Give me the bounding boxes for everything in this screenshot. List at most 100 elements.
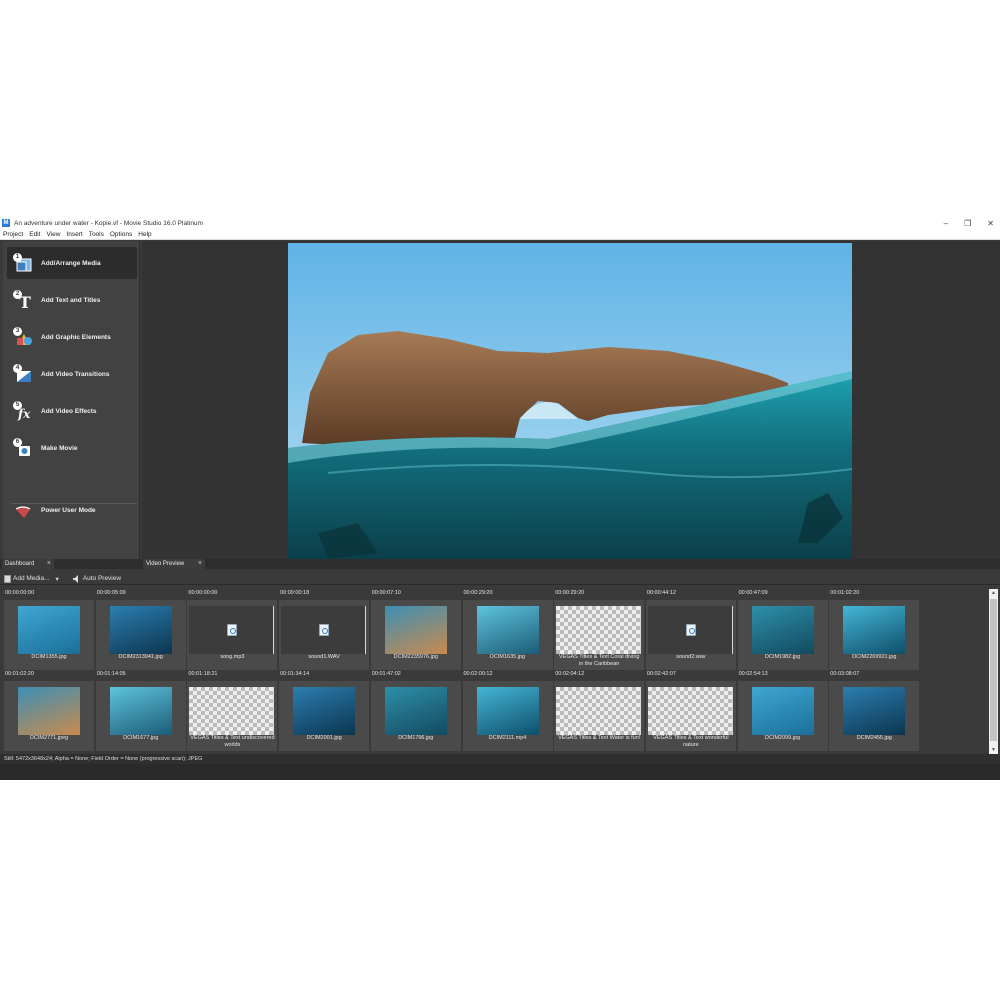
add-media-button[interactable]: Add Media... ▾ [4,574,59,583]
media-timecode: 00:02:00:12 [463,671,493,677]
dashboard-item-label: Make Movie [41,444,78,452]
media-card[interactable]: DCIM2455.jpg [829,681,920,751]
media-item[interactable]: 00:00:29:20 VEGAS Titles & Text Coral div… [554,590,645,670]
media-timecode: 00:00:29:20 [555,590,585,596]
duration-marker [640,606,642,654]
media-filename: sound1.WAV [308,654,340,660]
media-item[interactable]: 00:00:05:09 DCIM2313941.jpg [95,590,186,670]
maximize-icon[interactable]: ❐ [964,219,971,228]
menu-help[interactable]: Help [138,231,151,238]
media-card[interactable]: DCIM2235976.jpg [370,600,461,670]
text-icon: 2 T [13,290,33,312]
media-item[interactable]: 00:02:42:07 VEGAS Titles & Text wonderful… [645,671,736,751]
menu-options[interactable]: Options [110,231,132,238]
shapes-icon: 3 [13,327,33,347]
media-item[interactable]: 00:00:00:18 sound1.WAV [279,590,370,670]
preview-image[interactable] [288,243,852,559]
media-item[interactable]: 00:00:00:00 DCIM1355.jpg [4,590,94,670]
media-item[interactable]: 00:01:18:21 VEGAS Titles & Text undiscove… [187,671,278,751]
photo-thumbnail [384,606,447,654]
photo-thumbnail [843,687,906,735]
photo-thumbnail [18,606,80,654]
window-controls: – ❐ ✕ [944,216,994,230]
media-grid: 00:00:00:00 DCIM1355.jpg 00:00:05:09 DCIM23… [4,590,988,752]
title-thumbnail [556,687,641,735]
media-item[interactable]: 00:02:04:12 VEGAS Titles & Text Water is … [554,671,645,751]
media-card[interactable]: DCIM2269921.jpg [829,600,920,670]
media-card[interactable]: sound1.WAV [279,600,370,670]
media-filename: DCIM2455.jpg [856,735,892,741]
media-item[interactable]: 00:00:07:10 DCIM2235976.jpg [370,590,461,670]
auto-preview-button[interactable]: Auto Preview [72,574,122,583]
media-item[interactable]: 00:03:08:07 DCIM2455.jpg [829,671,920,751]
media-timecode: 00:01:47:02 [371,671,401,677]
video-preview-area [142,241,1000,559]
media-card[interactable]: DCIM1355.jpg [4,600,94,670]
dashboard-item-add-arrange-media[interactable]: 1 Add/Arrange Media [7,247,137,279]
media-item[interactable]: 00:02:00:12 DCIM2111.mp4 [462,671,553,751]
menu-view[interactable]: View [46,231,60,238]
media-card[interactable]: DCIM2111.mp4 [462,681,553,751]
media-item[interactable]: 00:00:44:12 sound2.wav [645,590,736,670]
chevron-down-icon[interactable]: ▾ [56,575,59,583]
media-card[interactable]: VEGAS Titles & Text Water is fun! [554,681,645,751]
media-item[interactable]: 00:02:54:13 DCIM2099.jpg [737,671,828,751]
photo-thumbnail [293,687,356,735]
duration-marker [640,687,642,735]
close-icon[interactable]: ✕ [987,219,994,228]
power-user-mode-button[interactable]: Power User Mode [7,494,137,526]
media-timecode: 00:00:00:00 [5,590,35,596]
media-item[interactable]: 00:01:14:05 DCIM1677.jpg [95,671,186,751]
media-card[interactable]: VEGAS Titles & Text wonderful nature [645,681,736,751]
tab-video-preview[interactable]: Video Preview × [143,559,205,569]
minimize-icon[interactable]: – [944,219,948,228]
tab-label: Dashboard [5,561,35,567]
media-item[interactable]: 00:00:00:00 song.mp3 [187,590,278,670]
photo-thumbnail [384,687,447,735]
dashboard-item-add-text[interactable]: 2 T Add Text and Titles [7,284,137,316]
media-filename: VEGAS Titles & Text undiscovered worlds [190,735,275,748]
media-card[interactable]: VEGAS Titles & Text undiscovered worlds [187,681,278,751]
close-icon[interactable]: × [47,559,51,569]
media-card[interactable]: DCIM1677.jpg [95,681,186,751]
media-card[interactable]: VEGAS Titles & Text Coral diving in the … [554,600,645,670]
transition-icon: 4 [13,364,33,384]
media-card[interactable]: DCIM2099.jpg [737,681,828,751]
dashboard-item-add-transitions[interactable]: 4 Add Video Transitions [7,358,137,390]
media-filename: DCIM2235976.jpg [393,654,438,660]
menu-insert[interactable]: Insert [66,231,82,238]
scroll-thumb[interactable] [990,599,997,741]
auto-preview-label: Auto Preview [82,575,122,582]
media-toolbar: Add Media... ▾ Auto Preview [0,573,1000,585]
scroll-down-icon[interactable]: ▼ [989,746,998,754]
media-item[interactable]: 00:00:47:09 DCIM1982.jpg [737,590,828,670]
menu-edit[interactable]: Edit [29,231,40,238]
menu-project[interactable]: Project [3,231,23,238]
media-card[interactable]: DCIM2313941.jpg [95,600,186,670]
dashboard-item-add-effects[interactable]: 5 fx Add Video Effects [7,395,137,427]
media-card[interactable]: DCIM2771.jpeg [4,681,94,751]
dashboard-item-add-graphic[interactable]: 3 Add Graphic Elements [7,321,137,353]
tab-dashboard[interactable]: Dashboard × [2,559,54,569]
media-item[interactable]: 00:01:02:20 DCIM2269921.jpg [829,590,920,670]
scroll-up-icon[interactable]: ▲ [989,589,998,597]
close-icon[interactable]: × [198,559,202,569]
media-timecode: 00:02:04:12 [555,671,585,677]
dashboard-item-label: Add Text and Titles [41,296,101,304]
media-item[interactable]: 00:00:29:20 DCIM1635.jpg [462,590,553,670]
menu-tools[interactable]: Tools [89,231,104,238]
media-item[interactable]: 00:01:47:02 DCIM1796.jpg [370,671,461,751]
media-item[interactable]: 00:01:34:14 DCIM2001.jpg [279,671,370,751]
duration-marker [731,687,733,735]
media-item[interactable]: 00:01:02:20 DCIM2771.jpeg [4,671,94,751]
media-card[interactable]: sound2.wav [645,600,736,670]
dashboard-item-make-movie[interactable]: 6 Make Movie [7,432,137,464]
media-card[interactable]: DCIM1982.jpg [737,600,828,670]
media-card[interactable]: DCIM1796.jpg [370,681,461,751]
media-scrollbar[interactable]: ▲ ▼ [989,589,998,754]
title-bar: M An adventure under water - Kopie.vf - … [0,216,1000,230]
media-timecode: 00:00:44:12 [646,590,676,596]
media-card[interactable]: DCIM2001.jpg [279,681,370,751]
media-card[interactable]: DCIM1635.jpg [462,600,553,670]
media-card[interactable]: song.mp3 [187,600,278,670]
